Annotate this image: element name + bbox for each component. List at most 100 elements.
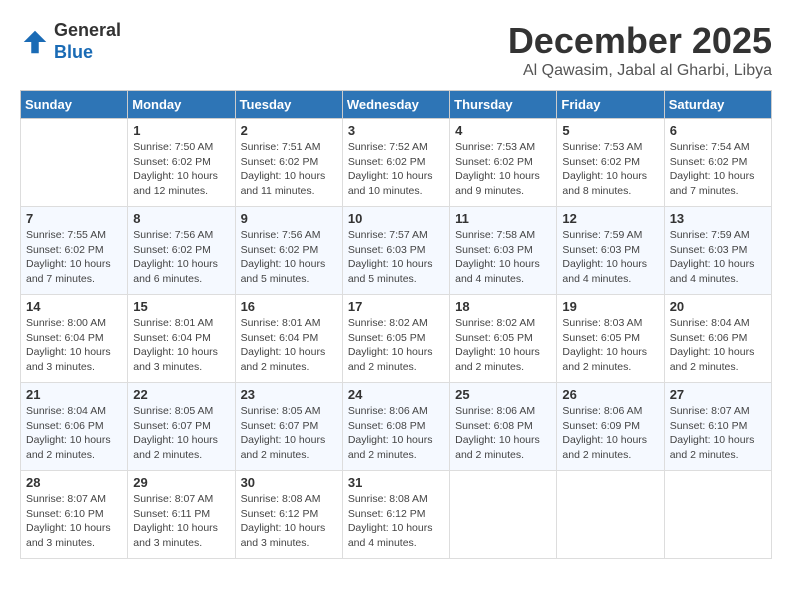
calendar-cell: 5 Sunrise: 7:53 AM Sunset: 6:02 PM Daylig… (557, 119, 664, 207)
calendar-cell: 21 Sunrise: 8:04 AM Sunset: 6:06 PM Dayli… (21, 383, 128, 471)
month-title: December 2025 (508, 20, 772, 62)
day-number: 21 (26, 387, 122, 402)
calendar-header-row: SundayMondayTuesdayWednesdayThursdayFrid… (21, 91, 772, 119)
calendar-cell: 26Sunrise: 8:06 AM Sunset: 6:09 PM Dayli… (557, 383, 664, 471)
day-number: 3 (348, 123, 444, 138)
day-number: 12 (562, 211, 658, 226)
calendar-cell: 25 Sunrise: 8:06 AM Sunset: 6:08 PM Dayli… (450, 383, 557, 471)
logo: General Blue (20, 20, 121, 63)
day-number: 31 (348, 475, 444, 490)
week-row-4: 21 Sunrise: 8:04 AM Sunset: 6:06 PM Dayli… (21, 383, 772, 471)
day-header-friday: Friday (557, 91, 664, 119)
calendar-cell: 15 Sunrise: 8:01 AM Sunset: 6:04 PM Dayli… (128, 295, 235, 383)
calendar-cell: 22 Sunrise: 8:05 AM Sunset: 6:07 PM Dayli… (128, 383, 235, 471)
calendar-cell (664, 471, 771, 559)
day-info: Sunrise: 8:08 AM Sunset: 6:12 PM Dayligh… (348, 492, 444, 551)
day-info: Sunrise: 8:07 AM Sunset: 6:10 PM Dayligh… (670, 404, 766, 463)
day-info: Sunrise: 8:05 AM Sunset: 6:07 PM Dayligh… (241, 404, 337, 463)
day-info: Sunrise: 7:59 AM Sunset: 6:03 PM Dayligh… (670, 228, 766, 287)
day-number: 17 (348, 299, 444, 314)
calendar-cell: 24 Sunrise: 8:06 AM Sunset: 6:08 PM Dayli… (342, 383, 449, 471)
page-header: General Blue December 2025 Al Qawasim, J… (20, 20, 772, 80)
calendar-cell: 11Sunrise: 7:58 AM Sunset: 6:03 PM Dayli… (450, 207, 557, 295)
logo-text: General Blue (54, 20, 121, 63)
day-number: 4 (455, 123, 551, 138)
day-header-tuesday: Tuesday (235, 91, 342, 119)
calendar-cell: 30 Sunrise: 8:08 AM Sunset: 6:12 PM Dayli… (235, 471, 342, 559)
day-info: Sunrise: 8:04 AM Sunset: 6:06 PM Dayligh… (26, 404, 122, 463)
day-number: 25 (455, 387, 551, 402)
week-row-2: 7Sunrise: 7:55 AM Sunset: 6:02 PM Daylig… (21, 207, 772, 295)
day-info: Sunrise: 8:07 AM Sunset: 6:10 PM Dayligh… (26, 492, 122, 551)
day-number: 5 (562, 123, 658, 138)
calendar-cell: 4Sunrise: 7:53 AM Sunset: 6:02 PM Daylig… (450, 119, 557, 207)
calendar-cell: 17Sunrise: 8:02 AM Sunset: 6:05 PM Dayli… (342, 295, 449, 383)
day-info: Sunrise: 7:56 AM Sunset: 6:02 PM Dayligh… (241, 228, 337, 287)
day-info: Sunrise: 7:57 AM Sunset: 6:03 PM Dayligh… (348, 228, 444, 287)
calendar-cell: 19 Sunrise: 8:03 AM Sunset: 6:05 PM Dayli… (557, 295, 664, 383)
day-number: 23 (241, 387, 337, 402)
day-number: 16 (241, 299, 337, 314)
calendar-cell: 12 Sunrise: 7:59 AM Sunset: 6:03 PM Dayli… (557, 207, 664, 295)
day-info: Sunrise: 8:07 AM Sunset: 6:11 PM Dayligh… (133, 492, 229, 551)
day-info: Sunrise: 7:51 AM Sunset: 6:02 PM Dayligh… (241, 140, 337, 199)
calendar-cell: 18 Sunrise: 8:02 AM Sunset: 6:05 PM Dayli… (450, 295, 557, 383)
calendar-cell: 27 Sunrise: 8:07 AM Sunset: 6:10 PM Dayli… (664, 383, 771, 471)
logo-general: General (54, 20, 121, 40)
day-number: 8 (133, 211, 229, 226)
day-number: 27 (670, 387, 766, 402)
calendar-cell: 14 Sunrise: 8:00 AM Sunset: 6:04 PM Dayli… (21, 295, 128, 383)
calendar-cell: 29 Sunrise: 8:07 AM Sunset: 6:11 PM Dayli… (128, 471, 235, 559)
logo-icon (20, 27, 50, 57)
day-info: Sunrise: 8:06 AM Sunset: 6:08 PM Dayligh… (348, 404, 444, 463)
day-number: 19 (562, 299, 658, 314)
day-info: Sunrise: 8:01 AM Sunset: 6:04 PM Dayligh… (133, 316, 229, 375)
day-number: 6 (670, 123, 766, 138)
day-info: Sunrise: 7:52 AM Sunset: 6:02 PM Dayligh… (348, 140, 444, 199)
day-info: Sunrise: 7:54 AM Sunset: 6:02 PM Dayligh… (670, 140, 766, 199)
day-number: 1 (133, 123, 229, 138)
day-number: 28 (26, 475, 122, 490)
day-number: 30 (241, 475, 337, 490)
day-info: Sunrise: 8:08 AM Sunset: 6:12 PM Dayligh… (241, 492, 337, 551)
day-number: 22 (133, 387, 229, 402)
calendar-cell (450, 471, 557, 559)
day-number: 10 (348, 211, 444, 226)
calendar-cell: 8Sunrise: 7:56 AM Sunset: 6:02 PM Daylig… (128, 207, 235, 295)
day-info: Sunrise: 8:02 AM Sunset: 6:05 PM Dayligh… (455, 316, 551, 375)
day-info: Sunrise: 7:59 AM Sunset: 6:03 PM Dayligh… (562, 228, 658, 287)
day-number: 18 (455, 299, 551, 314)
calendar-cell: 3 Sunrise: 7:52 AM Sunset: 6:02 PM Daylig… (342, 119, 449, 207)
title-block: December 2025 Al Qawasim, Jabal al Gharb… (508, 20, 772, 80)
week-row-5: 28 Sunrise: 8:07 AM Sunset: 6:10 PM Dayli… (21, 471, 772, 559)
day-info: Sunrise: 8:03 AM Sunset: 6:05 PM Dayligh… (562, 316, 658, 375)
calendar-cell (21, 119, 128, 207)
day-header-saturday: Saturday (664, 91, 771, 119)
day-number: 20 (670, 299, 766, 314)
day-number: 24 (348, 387, 444, 402)
calendar-cell: 9 Sunrise: 7:56 AM Sunset: 6:02 PM Daylig… (235, 207, 342, 295)
day-info: Sunrise: 8:06 AM Sunset: 6:08 PM Dayligh… (455, 404, 551, 463)
day-number: 7 (26, 211, 122, 226)
calendar-cell: 6 Sunrise: 7:54 AM Sunset: 6:02 PM Daylig… (664, 119, 771, 207)
day-info: Sunrise: 8:00 AM Sunset: 6:04 PM Dayligh… (26, 316, 122, 375)
day-number: 9 (241, 211, 337, 226)
day-header-monday: Monday (128, 91, 235, 119)
calendar-cell: 7Sunrise: 7:55 AM Sunset: 6:02 PM Daylig… (21, 207, 128, 295)
day-info: Sunrise: 7:50 AM Sunset: 6:02 PM Dayligh… (133, 140, 229, 199)
calendar-cell: 31 Sunrise: 8:08 AM Sunset: 6:12 PM Dayli… (342, 471, 449, 559)
day-info: Sunrise: 8:05 AM Sunset: 6:07 PM Dayligh… (133, 404, 229, 463)
day-header-wednesday: Wednesday (342, 91, 449, 119)
day-header-thursday: Thursday (450, 91, 557, 119)
location-subtitle: Al Qawasim, Jabal al Gharbi, Libya (508, 62, 772, 80)
day-number: 15 (133, 299, 229, 314)
calendar-cell: 23 Sunrise: 8:05 AM Sunset: 6:07 PM Dayli… (235, 383, 342, 471)
calendar-cell: 16 Sunrise: 8:01 AM Sunset: 6:04 PM Dayli… (235, 295, 342, 383)
day-number: 29 (133, 475, 229, 490)
day-number: 14 (26, 299, 122, 314)
day-info: Sunrise: 8:06 AM Sunset: 6:09 PM Dayligh… (562, 404, 658, 463)
day-info: Sunrise: 7:53 AM Sunset: 6:02 PM Dayligh… (562, 140, 658, 199)
day-info: Sunrise: 8:01 AM Sunset: 6:04 PM Dayligh… (241, 316, 337, 375)
week-row-3: 14 Sunrise: 8:00 AM Sunset: 6:04 PM Dayli… (21, 295, 772, 383)
logo-blue: Blue (54, 42, 93, 62)
